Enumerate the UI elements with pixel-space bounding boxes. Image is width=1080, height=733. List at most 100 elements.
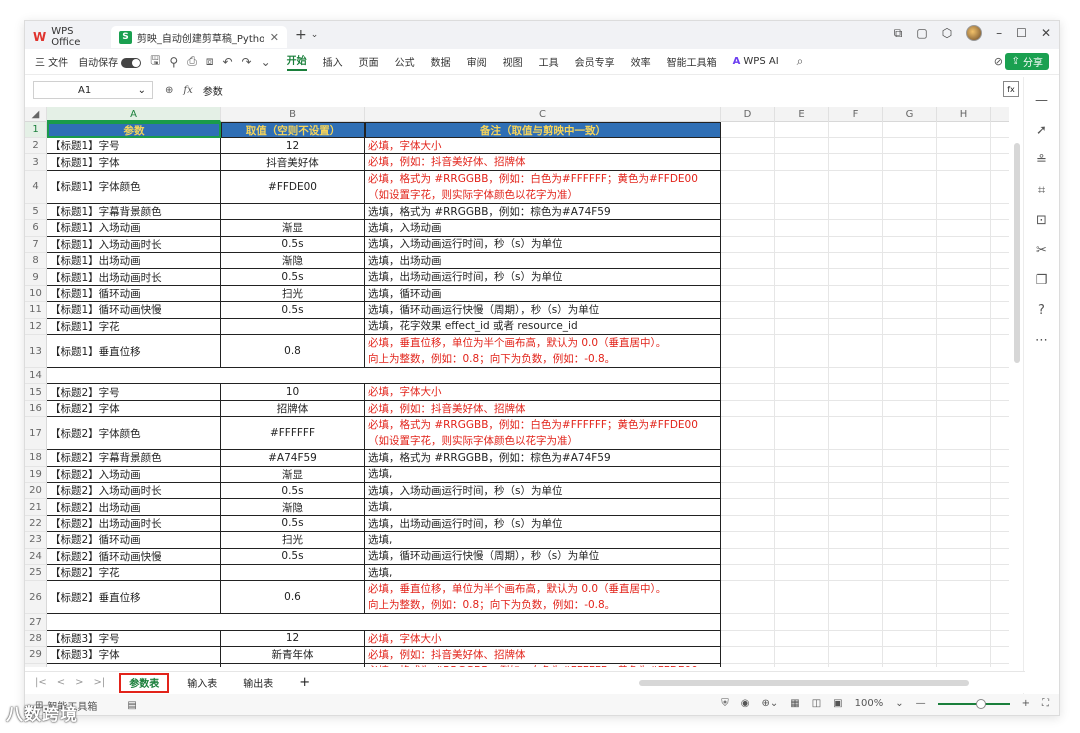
wps-ai-button[interactable]: A WPS AI	[733, 56, 779, 67]
param-cell[interactable]: 【标题2】字花	[47, 565, 221, 582]
row-header[interactable]: 3	[25, 154, 47, 171]
header-cell-note[interactable]: 备注（取值与剪映中一致）	[365, 122, 721, 138]
param-cell[interactable]: 【标题2】入场动画时长	[47, 483, 221, 500]
note-cell[interactable]: 选填，出场动画运行时间，秒（s）为单位	[365, 515, 721, 533]
param-cell[interactable]: 【标题3】字号	[47, 630, 221, 648]
menu-insert[interactable]: 插入	[323, 54, 343, 69]
column-header-e[interactable]: E	[775, 107, 829, 122]
column-header-c[interactable]: C	[365, 107, 721, 122]
row-header[interactable]: 20	[25, 483, 47, 500]
vertical-scroll-thumb[interactable]	[1014, 143, 1020, 363]
note-cell[interactable]: 选填，出场动画	[365, 253, 721, 270]
value-cell[interactable]: 扫光	[221, 285, 365, 303]
value-cell[interactable]: 抖音美好体	[221, 154, 365, 171]
note-cell[interactable]: 选填，循环动画运行快慢（周期），秒（s）为单位	[365, 548, 721, 565]
vertical-scrollbar[interactable]	[1013, 125, 1021, 665]
zoom-formula-icon[interactable]: ⊕	[165, 85, 173, 96]
param-cell[interactable]: 【标题1】垂直位移	[47, 335, 221, 368]
param-cell[interactable]: 【标题1】出场动画时长	[47, 269, 221, 286]
value-cell[interactable]: 12	[221, 138, 365, 155]
note-cell[interactable]: 选填,	[365, 565, 721, 582]
name-box[interactable]: A1 ⌄	[33, 81, 153, 99]
note-cell[interactable]: 选填,	[365, 532, 721, 549]
param-cell[interactable]: 【标题3】字体	[47, 647, 221, 664]
style-icon[interactable]: ≗	[1036, 153, 1047, 168]
row-header[interactable]: 9	[25, 269, 47, 286]
value-cell[interactable]: 0.5s	[221, 515, 365, 533]
note-cell[interactable]: 必填，例如：抖音美好体、招牌体	[365, 647, 721, 664]
cube-icon[interactable]: ⬡	[942, 26, 952, 40]
collapse-icon[interactable]: —	[1035, 93, 1048, 108]
row-header[interactable]: 10	[25, 285, 47, 303]
row-header[interactable]: 16	[25, 400, 47, 418]
row-header[interactable]: 6	[25, 220, 47, 237]
note-cell[interactable]: 必填，例如：抖音美好体、招牌体	[365, 400, 721, 418]
value-cell[interactable]: #FFFFFF	[221, 417, 365, 451]
param-cell[interactable]: 【标题1】字花	[47, 318, 221, 335]
param-cell[interactable]: 【标题1】字幕背景颜色	[47, 203, 221, 221]
row-header[interactable]: 12	[25, 318, 47, 335]
screenshot-icon[interactable]: ⧉	[894, 26, 903, 41]
column-header-d[interactable]: D	[721, 107, 775, 122]
value-cell[interactable]	[221, 318, 365, 335]
zoom-level[interactable]: 100%	[855, 698, 884, 709]
value-cell[interactable]: 扫光	[221, 532, 365, 549]
column-header-h[interactable]: H	[937, 107, 991, 122]
add-sheet-icon[interactable]: +	[291, 673, 318, 693]
param-cell[interactable]: 【标题2】循环动画	[47, 532, 221, 549]
help-icon[interactable]: ?	[1038, 303, 1045, 318]
note-cell[interactable]: 必填，垂直位移，单位为半个画布高，默认为 0.0（垂直居中）。 向上为整数，例如…	[365, 581, 721, 615]
note-cell[interactable]: 选填，循环动画运行快慢（周期），秒（s）为单位	[365, 302, 721, 319]
param-cell[interactable]: 【标题1】循环动画快慢	[47, 302, 221, 319]
chevron-down-icon[interactable]: ⌄	[895, 698, 903, 709]
value-cell[interactable]: 0.5s	[221, 302, 365, 319]
row-header[interactable]: 26	[25, 581, 47, 615]
close-icon[interactable]: ✕	[270, 31, 279, 44]
note-cell[interactable]: 必填，字体大小	[365, 384, 721, 401]
note-cell[interactable]: 必填，字体大小	[365, 630, 721, 648]
column-header-i[interactable]: I	[991, 107, 1009, 122]
menu-tools[interactable]: 工具	[539, 54, 559, 69]
value-cell[interactable]: 0.6	[221, 581, 365, 615]
menu-member[interactable]: 会员专享	[575, 54, 615, 69]
menu-page[interactable]: 页面	[359, 54, 379, 69]
spreadsheet-grid[interactable]: ◢ A B C D E F G H I 1参数取值（空则不设置）备注（取值与剪映…	[25, 107, 1009, 667]
row-header[interactable]: 19	[25, 466, 47, 483]
find-icon[interactable]: ⚲	[169, 55, 178, 69]
sheet-tab-input[interactable]: 输入表	[179, 673, 225, 693]
value-cell[interactable]: 10	[221, 384, 365, 401]
value-cell[interactable]: 渐隐	[221, 253, 365, 270]
eye-icon[interactable]: ◉	[741, 698, 750, 709]
note-cell[interactable]: 必填，格式为 #RRGGBB，例如：白色为#FFFFFF；黄色为#FFDE00	[365, 663, 721, 667]
value-cell[interactable]: 渐显	[221, 466, 365, 483]
value-cell[interactable]: 0.8	[221, 335, 365, 368]
share-button[interactable]: ⇪ 分享	[1005, 53, 1049, 70]
protect-icon[interactable]: ⛨	[721, 698, 729, 709]
menu-view[interactable]: 视图	[503, 54, 523, 69]
function-icon[interactable]: fx	[183, 85, 192, 96]
row-header[interactable]: 27	[25, 614, 47, 631]
normal-view-icon[interactable]: ▦	[790, 698, 799, 709]
value-cell[interactable]: 新青年体	[221, 647, 365, 664]
select-pointer-icon[interactable]: ➚	[1036, 123, 1047, 138]
param-cell[interactable]: 【标题2】出场动画	[47, 499, 221, 516]
row-header[interactable]: 4	[25, 170, 47, 204]
note-cell[interactable]: 选填，入场动画运行时间，秒（s）为单位	[365, 483, 721, 500]
chevron-down-icon[interactable]: ⌄	[311, 30, 319, 40]
chart-icon[interactable]: ⊡	[1036, 213, 1047, 228]
chevron-down-icon[interactable]: ⌄	[138, 85, 146, 96]
param-cell[interactable]: 【标题1】入场动画时长	[47, 236, 221, 253]
note-cell[interactable]: 必填，例如：抖音美好体、招牌体	[365, 154, 721, 171]
row-header[interactable]: 15	[25, 384, 47, 401]
value-cell[interactable]: 渐显	[221, 220, 365, 237]
search-icon[interactable]: ⌕	[797, 54, 804, 69]
value-cell[interactable]	[221, 203, 365, 221]
row-header[interactable]: 11	[25, 302, 47, 319]
menu-data[interactable]: 数据	[431, 54, 451, 69]
row-header[interactable]: 22	[25, 515, 47, 533]
select-all-corner[interactable]: ◢	[25, 107, 47, 122]
first-sheet-icon[interactable]: |<	[35, 677, 47, 688]
prev-sheet-icon[interactable]: <	[57, 677, 65, 688]
tools-icon[interactable]: ✂	[1036, 243, 1047, 258]
row-header[interactable]: 28	[25, 630, 47, 648]
